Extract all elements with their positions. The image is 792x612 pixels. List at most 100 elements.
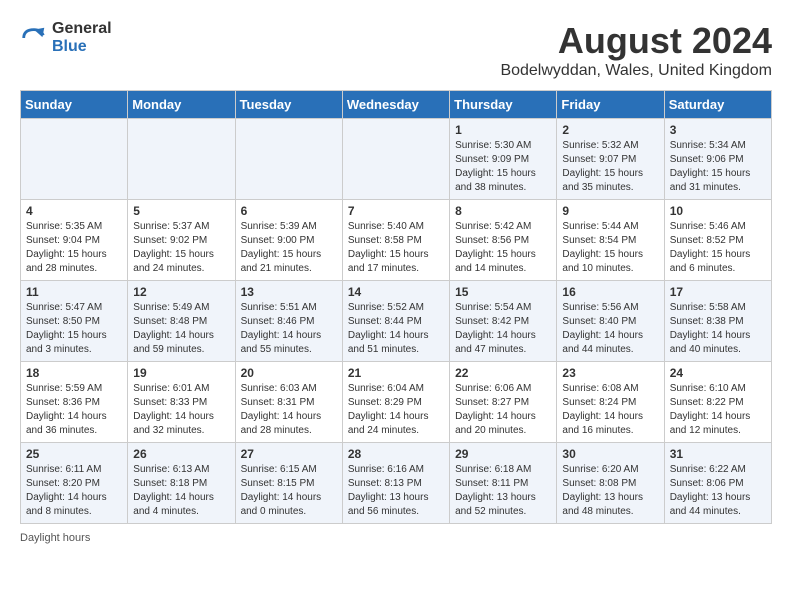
day-number: 4 bbox=[26, 204, 122, 218]
day-info: Sunrise: 5:59 AM Sunset: 8:36 PM Dayligh… bbox=[26, 382, 122, 438]
day-number: 21 bbox=[348, 366, 444, 380]
day-number: 24 bbox=[670, 366, 766, 380]
calendar-cell: 25 Sunrise: 6:11 AM Sunset: 8:20 PM Dayli… bbox=[21, 443, 128, 524]
day-number: 8 bbox=[455, 204, 551, 218]
calendar-day-header: Saturday bbox=[664, 91, 771, 119]
day-number: 30 bbox=[562, 447, 658, 461]
day-number: 25 bbox=[26, 447, 122, 461]
day-number: 17 bbox=[670, 285, 766, 299]
day-info: Sunrise: 6:10 AM Sunset: 8:22 PM Dayligh… bbox=[670, 382, 766, 438]
calendar-cell: 20Sunrise: 6:03 AM Sunset: 8:31 PM Dayli… bbox=[235, 362, 342, 443]
day-number: 28 bbox=[348, 447, 444, 461]
calendar-cell: 17Sunrise: 5:58 AM Sunset: 8:38 PM Dayli… bbox=[664, 281, 771, 362]
day-number: 6 bbox=[241, 204, 337, 218]
calendar-cell: 15 Sunrise: 5:54 AM Sunset: 8:42 PM Dayli… bbox=[450, 281, 557, 362]
day-info: Sunrise: 5:47 AM Sunset: 8:50 PM Dayligh… bbox=[26, 301, 122, 357]
day-number: 2 bbox=[562, 123, 658, 137]
calendar-cell bbox=[21, 119, 128, 200]
day-number: 23 bbox=[562, 366, 658, 380]
day-info: Sunrise: 5:30 AM Sunset: 9:09 PM Dayligh… bbox=[455, 139, 551, 195]
day-info: Sunrise: 5:46 AM Sunset: 8:52 PM Dayligh… bbox=[670, 220, 766, 276]
day-number: 13 bbox=[241, 285, 337, 299]
calendar-header-row: SundayMondayTuesdayWednesdayThursdayFrid… bbox=[21, 91, 772, 119]
day-number: 15 bbox=[455, 285, 551, 299]
day-info: Sunrise: 6:16 AM Sunset: 8:13 PM Dayligh… bbox=[348, 463, 444, 519]
location-subtitle: Bodelwyddan, Wales, United Kingdom bbox=[500, 62, 772, 80]
calendar-week-row: 11Sunrise: 5:47 AM Sunset: 8:50 PM Dayli… bbox=[21, 281, 772, 362]
day-info: Sunrise: 6:08 AM Sunset: 8:24 PM Dayligh… bbox=[562, 382, 658, 438]
calendar-cell: 14 Sunrise: 5:52 AM Sunset: 8:44 PM Dayli… bbox=[342, 281, 449, 362]
day-info: Sunrise: 5:42 AM Sunset: 8:56 PM Dayligh… bbox=[455, 220, 551, 276]
day-info: Sunrise: 6:01 AM Sunset: 8:33 PM Dayligh… bbox=[133, 382, 229, 438]
day-info: Sunrise: 5:39 AM Sunset: 9:00 PM Dayligh… bbox=[241, 220, 337, 276]
calendar-cell: 30 Sunrise: 6:20 AM Sunset: 8:08 PM Dayli… bbox=[557, 443, 664, 524]
day-info: Sunrise: 5:51 AM Sunset: 8:46 PM Dayligh… bbox=[241, 301, 337, 357]
calendar-day-header: Sunday bbox=[21, 91, 128, 119]
day-info: Sunrise: 6:04 AM Sunset: 8:29 PM Dayligh… bbox=[348, 382, 444, 438]
calendar-week-row: 1 Sunrise: 5:30 AM Sunset: 9:09 PM Daylig… bbox=[21, 119, 772, 200]
calendar-cell: 21 Sunrise: 6:04 AM Sunset: 8:29 PM Dayli… bbox=[342, 362, 449, 443]
calendar-cell: 4 Sunrise: 5:35 AM Sunset: 9:04 PM Daylig… bbox=[21, 200, 128, 281]
calendar-cell: 10Sunrise: 5:46 AM Sunset: 8:52 PM Dayli… bbox=[664, 200, 771, 281]
day-number: 22 bbox=[455, 366, 551, 380]
calendar-cell: 19 Sunrise: 6:01 AM Sunset: 8:33 PM Dayli… bbox=[128, 362, 235, 443]
day-info: Sunrise: 5:52 AM Sunset: 8:44 PM Dayligh… bbox=[348, 301, 444, 357]
day-info: Sunrise: 6:13 AM Sunset: 8:18 PM Dayligh… bbox=[133, 463, 229, 519]
month-year-title: August 2024 bbox=[500, 20, 772, 62]
calendar-cell: 11Sunrise: 5:47 AM Sunset: 8:50 PM Dayli… bbox=[21, 281, 128, 362]
calendar-cell: 18 Sunrise: 5:59 AM Sunset: 8:36 PM Dayli… bbox=[21, 362, 128, 443]
day-info: Sunrise: 5:44 AM Sunset: 8:54 PM Dayligh… bbox=[562, 220, 658, 276]
calendar-cell: 29 Sunrise: 6:18 AM Sunset: 8:11 PM Dayli… bbox=[450, 443, 557, 524]
day-info: Sunrise: 6:18 AM Sunset: 8:11 PM Dayligh… bbox=[455, 463, 551, 519]
calendar-table: SundayMondayTuesdayWednesdayThursdayFrid… bbox=[20, 90, 772, 524]
calendar-cell: 22Sunrise: 6:06 AM Sunset: 8:27 PM Dayli… bbox=[450, 362, 557, 443]
day-number: 1 bbox=[455, 123, 551, 137]
calendar-cell: 1 Sunrise: 5:30 AM Sunset: 9:09 PM Daylig… bbox=[450, 119, 557, 200]
calendar-cell: 16Sunrise: 5:56 AM Sunset: 8:40 PM Dayli… bbox=[557, 281, 664, 362]
day-number: 12 bbox=[133, 285, 229, 299]
calendar-cell: 2 Sunrise: 5:32 AM Sunset: 9:07 PM Daylig… bbox=[557, 119, 664, 200]
day-number: 18 bbox=[26, 366, 122, 380]
calendar-cell: 3Sunrise: 5:34 AM Sunset: 9:06 PM Daylig… bbox=[664, 119, 771, 200]
day-info: Sunrise: 5:32 AM Sunset: 9:07 PM Dayligh… bbox=[562, 139, 658, 195]
logo-text: General Blue bbox=[52, 20, 112, 55]
calendar-cell: 27 Sunrise: 6:15 AM Sunset: 8:15 PM Dayli… bbox=[235, 443, 342, 524]
day-number: 16 bbox=[562, 285, 658, 299]
calendar-cell bbox=[235, 119, 342, 200]
day-info: Sunrise: 5:35 AM Sunset: 9:04 PM Dayligh… bbox=[26, 220, 122, 276]
calendar-cell: 28 Sunrise: 6:16 AM Sunset: 8:13 PM Dayli… bbox=[342, 443, 449, 524]
calendar-day-header: Thursday bbox=[450, 91, 557, 119]
calendar-cell: 6 Sunrise: 5:39 AM Sunset: 9:00 PM Daylig… bbox=[235, 200, 342, 281]
logo-general-label: General bbox=[52, 20, 112, 38]
calendar-cell: 23 Sunrise: 6:08 AM Sunset: 8:24 PM Dayli… bbox=[557, 362, 664, 443]
calendar-cell: 24 Sunrise: 6:10 AM Sunset: 8:22 PM Dayli… bbox=[664, 362, 771, 443]
calendar-week-row: 4 Sunrise: 5:35 AM Sunset: 9:04 PM Daylig… bbox=[21, 200, 772, 281]
calendar-cell: 5Sunrise: 5:37 AM Sunset: 9:02 PM Daylig… bbox=[128, 200, 235, 281]
calendar-week-row: 18 Sunrise: 5:59 AM Sunset: 8:36 PM Dayli… bbox=[21, 362, 772, 443]
day-number: 14 bbox=[348, 285, 444, 299]
calendar-cell bbox=[128, 119, 235, 200]
calendar-day-header: Monday bbox=[128, 91, 235, 119]
day-info: Sunrise: 6:20 AM Sunset: 8:08 PM Dayligh… bbox=[562, 463, 658, 519]
calendar-cell: 13 Sunrise: 5:51 AM Sunset: 8:46 PM Dayli… bbox=[235, 281, 342, 362]
day-number: 19 bbox=[133, 366, 229, 380]
day-info: Sunrise: 5:54 AM Sunset: 8:42 PM Dayligh… bbox=[455, 301, 551, 357]
day-info: Sunrise: 5:34 AM Sunset: 9:06 PM Dayligh… bbox=[670, 139, 766, 195]
day-info: Sunrise: 5:40 AM Sunset: 8:58 PM Dayligh… bbox=[348, 220, 444, 276]
calendar-day-header: Wednesday bbox=[342, 91, 449, 119]
day-number: 27 bbox=[241, 447, 337, 461]
logo-icon bbox=[20, 24, 48, 52]
page-header: General Blue August 2024 Bodelwyddan, Wa… bbox=[20, 20, 772, 80]
calendar-cell: 9Sunrise: 5:44 AM Sunset: 8:54 PM Daylig… bbox=[557, 200, 664, 281]
logo-blue-label: Blue bbox=[52, 38, 112, 56]
day-number: 5 bbox=[133, 204, 229, 218]
day-number: 26 bbox=[133, 447, 229, 461]
day-number: 7 bbox=[348, 204, 444, 218]
day-info: Sunrise: 6:11 AM Sunset: 8:20 PM Dayligh… bbox=[26, 463, 122, 519]
calendar-day-header: Friday bbox=[557, 91, 664, 119]
day-info: Sunrise: 6:22 AM Sunset: 8:06 PM Dayligh… bbox=[670, 463, 766, 519]
day-number: 29 bbox=[455, 447, 551, 461]
day-number: 20 bbox=[241, 366, 337, 380]
calendar-cell: 7 Sunrise: 5:40 AM Sunset: 8:58 PM Daylig… bbox=[342, 200, 449, 281]
day-info: Sunrise: 6:15 AM Sunset: 8:15 PM Dayligh… bbox=[241, 463, 337, 519]
